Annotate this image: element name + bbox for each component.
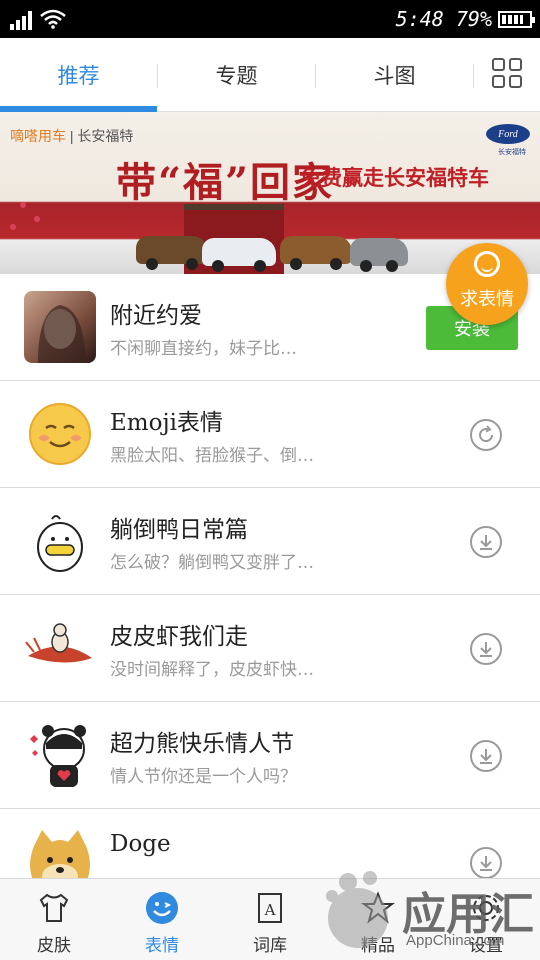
battery-percent: 79% xyxy=(455,7,492,31)
plum-blossom xyxy=(10,224,16,230)
item-thumbnail xyxy=(24,291,96,363)
signal-icon xyxy=(10,10,36,30)
ford-logo: Ford xyxy=(486,124,530,144)
item-thumbnail xyxy=(24,612,96,684)
nav-label: 皮肤 xyxy=(37,936,71,956)
plum-blossom xyxy=(34,216,40,222)
status-bar: 5:48 79% xyxy=(0,0,540,38)
clock-time: 5:48 xyxy=(395,7,444,31)
book-icon: A xyxy=(258,893,282,923)
item-title: 躺倒鸭日常篇 xyxy=(110,517,248,543)
list-item[interactable]: 躺倒鸭日常篇 怎么破？躺倒鸭又变胖了… xyxy=(0,488,540,595)
item-thumbnail xyxy=(24,719,96,791)
request-sticker-button[interactable]: 求表情 xyxy=(446,243,528,325)
download-icon[interactable] xyxy=(470,526,502,558)
appchina-watermark: 应用汇 AppChina.com xyxy=(318,862,540,960)
item-description: 情人节你还是一个人吗？ xyxy=(110,767,297,787)
list-item[interactable]: 超力熊快乐情人节 情人节你还是一个人吗？ xyxy=(0,702,540,809)
car-illustration xyxy=(350,238,408,272)
car-illustration xyxy=(136,236,208,270)
plum-blossom xyxy=(20,202,26,208)
wifi-icon xyxy=(40,9,66,29)
nav-item-skins[interactable]: 皮肤 xyxy=(0,879,108,960)
nav-item-dictionary[interactable]: A 词库 xyxy=(216,879,324,960)
banner-brand: 嘀嗒用车 xyxy=(10,128,66,144)
tab-meme-battle[interactable]: 斗图 xyxy=(316,38,473,112)
emoji-icon xyxy=(146,892,178,924)
item-description: 怎么破？躺倒鸭又变胖了… xyxy=(110,553,314,573)
item-description: 没时间解释了，皮皮虾快… xyxy=(110,660,314,680)
top-tab-bar: 推荐 专题 斗图 xyxy=(0,38,540,112)
list-item[interactable]: 皮皮虾我们走 没时间解释了，皮皮虾快… xyxy=(0,595,540,702)
item-thumbnail xyxy=(24,505,96,577)
watermark-subtext: AppChina.com xyxy=(406,932,505,949)
list-item[interactable]: Emoji表情 黑脸太阳、捂脸猴子、倒… xyxy=(0,381,540,488)
battery-icon xyxy=(498,11,535,28)
banner-promo-text: 免费赢走长安福特车 xyxy=(300,167,489,190)
item-title: Doge xyxy=(110,831,171,857)
car-illustration xyxy=(202,238,276,272)
download-icon[interactable] xyxy=(470,633,502,665)
item-title: 超力熊快乐情人节 xyxy=(110,731,294,757)
tab-topics[interactable]: 专题 xyxy=(158,38,315,112)
watermark-logo xyxy=(326,871,388,948)
item-title: 皮皮虾我们走 xyxy=(110,624,248,650)
tab-divider xyxy=(473,64,474,88)
item-description: 黑脸太阳、捂脸猴子、倒… xyxy=(110,446,314,466)
item-description: 不闲聊直接约，妹子比… xyxy=(110,339,297,359)
refresh-icon[interactable] xyxy=(470,419,502,451)
shirt-icon xyxy=(39,893,69,922)
svg-text:A: A xyxy=(264,901,276,919)
item-title: Emoji表情 xyxy=(110,410,223,436)
fab-label: 求表情 xyxy=(460,289,514,310)
nav-label: 表情 xyxy=(145,936,179,956)
promo-banner[interactable]: 嘀嗒用车 | 长安福特 带“福”回家 免费赢走长安福特车 Ford 长安福特 xyxy=(0,112,540,274)
smile-icon xyxy=(474,251,500,277)
item-title: 附近约爱 xyxy=(110,303,202,329)
nav-item-stickers[interactable]: 表情 xyxy=(108,879,216,960)
nav-label: 词库 xyxy=(253,936,287,956)
download-icon[interactable] xyxy=(470,740,502,772)
item-thumbnail xyxy=(24,398,96,470)
grid-icon[interactable] xyxy=(492,58,522,88)
tab-recommend[interactable]: 推荐 xyxy=(0,38,157,112)
car-illustration xyxy=(280,236,352,270)
banner-brand-sub: | 长安福特 xyxy=(69,128,134,144)
ford-logo-sub: 长安福特 xyxy=(498,148,526,156)
